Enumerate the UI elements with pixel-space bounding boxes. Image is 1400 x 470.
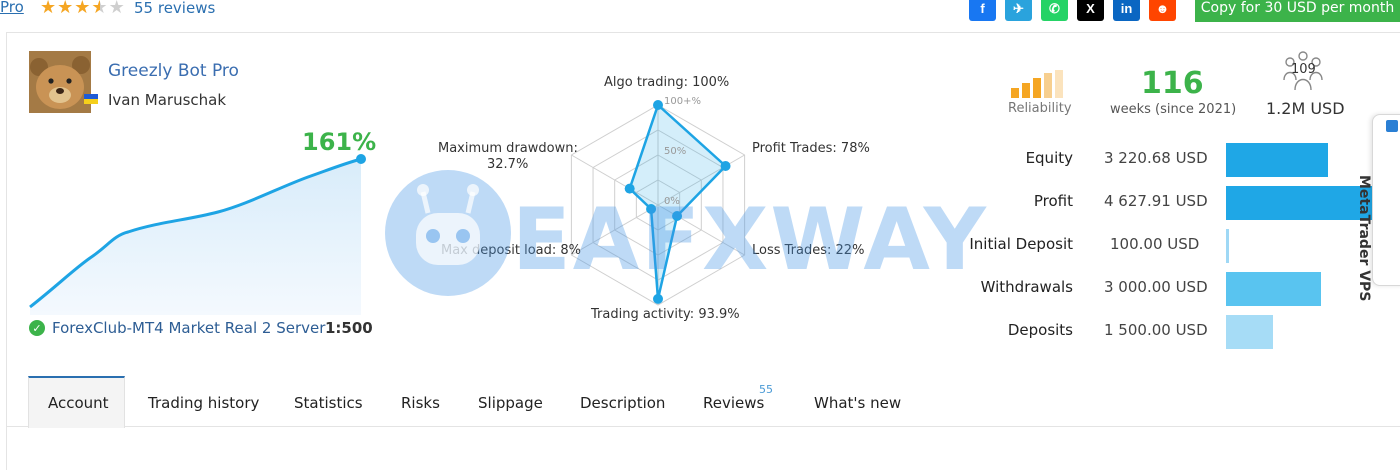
author-link[interactable]: Ivan Maruschak	[108, 91, 226, 109]
financial-label: Equity	[1025, 149, 1073, 167]
financial-label: Profit	[1033, 192, 1073, 210]
financial-label: Withdrawals	[980, 278, 1073, 296]
tab-risks[interactable]: Risks	[401, 394, 440, 412]
financial-bar	[1226, 186, 1372, 220]
watermark-text: EAFXWAY	[512, 190, 988, 290]
funds-value: 1.2M USD	[1266, 99, 1345, 118]
star-icon: ★	[91, 0, 108, 18]
reddit-icon[interactable]: ☻	[1149, 0, 1176, 21]
facebook-icon[interactable]: f	[969, 0, 996, 21]
subscribers-count: 109	[1291, 62, 1316, 77]
financial-value: 3 000.00 USD	[1104, 278, 1208, 296]
financial-value: 3 220.68 USD	[1104, 149, 1208, 167]
radar-label-algo: Algo trading: 100%	[604, 75, 730, 90]
metatrader-icon	[1386, 120, 1398, 132]
ukraine-flag-icon	[84, 94, 98, 104]
reliability-label: Reliability	[1008, 101, 1072, 116]
scale-label-100: 100+%	[664, 96, 701, 107]
product-link[interactable]: Pro	[0, 0, 24, 16]
rating-stars: ★★★★★	[40, 0, 126, 18]
telegram-icon[interactable]: ✈	[1005, 0, 1032, 21]
x-icon[interactable]: X	[1077, 0, 1104, 21]
radar-label-activity: Trading activity: 93.9%	[591, 307, 740, 322]
radar-label-profit-trades: Profit Trades: 78%	[752, 141, 870, 156]
growth-endpoint	[356, 154, 366, 164]
metatrader-vps-tab[interactable]	[1372, 114, 1400, 286]
scale-label-50: 50%	[664, 146, 686, 157]
verified-check-icon: ✓	[29, 320, 45, 336]
financial-value: 1 500.00 USD	[1104, 321, 1208, 339]
financial-bar	[1226, 143, 1328, 177]
financial-value: 4 627.91 USD	[1104, 192, 1208, 210]
star-icon: ★	[40, 0, 58, 18]
server-link[interactable]: ForexClub-MT4 Market Real 2 Server	[52, 319, 325, 337]
linkedin-icon[interactable]: in	[1113, 0, 1140, 21]
reviews-count-badge: 55	[759, 383, 773, 396]
star-icon: ★	[74, 0, 92, 18]
weeks-label: weeks (since 2021)	[1110, 102, 1237, 117]
vps-tab-label: MetaTrader VPS	[1356, 175, 1372, 302]
financial-label: Deposits	[1007, 321, 1073, 339]
tab-statistics[interactable]: Statistics	[294, 394, 363, 412]
radar-data-point	[653, 100, 663, 110]
tab-trading-history[interactable]: Trading history	[148, 394, 259, 412]
whatsapp-icon[interactable]: ✆	[1041, 0, 1068, 21]
financial-bar	[1226, 229, 1229, 263]
financial-value: 100.00 USD	[1110, 235, 1200, 253]
tab-what-s-new[interactable]: What's new	[814, 394, 901, 412]
growth-chart[interactable]	[28, 150, 368, 315]
tab-account[interactable]: Account	[48, 394, 109, 412]
financial-bar	[1226, 315, 1273, 349]
radar-label-drawdown: Maximum drawdown:	[438, 141, 578, 156]
tab-reviews[interactable]: Reviews	[703, 394, 764, 412]
radar-data-point	[720, 161, 731, 171]
financial-label: Initial Deposit	[969, 235, 1073, 253]
bear-avatar-icon[interactable]	[29, 51, 91, 113]
financial-bar	[1226, 272, 1321, 306]
tab-description[interactable]: Description	[580, 394, 665, 412]
star-icon: ★	[57, 0, 75, 18]
copy-subscribe-button[interactable]: Copy for 30 USD per month	[1195, 0, 1400, 22]
growth-area	[30, 159, 361, 315]
reliability-bars-icon	[1011, 70, 1063, 98]
weeks-value: 116	[1141, 66, 1204, 101]
star-icon: ★	[108, 0, 126, 18]
radar-data-point	[653, 293, 663, 304]
reviews-link[interactable]: 55 reviews	[134, 0, 215, 17]
tabs-divider	[6, 426, 1400, 427]
tab-slippage[interactable]: Slippage	[478, 394, 543, 412]
watermark-robot-icon	[385, 170, 511, 296]
signal-name-link[interactable]: Greezly Bot Pro	[108, 61, 239, 81]
leverage-value: 1:500	[325, 319, 373, 337]
